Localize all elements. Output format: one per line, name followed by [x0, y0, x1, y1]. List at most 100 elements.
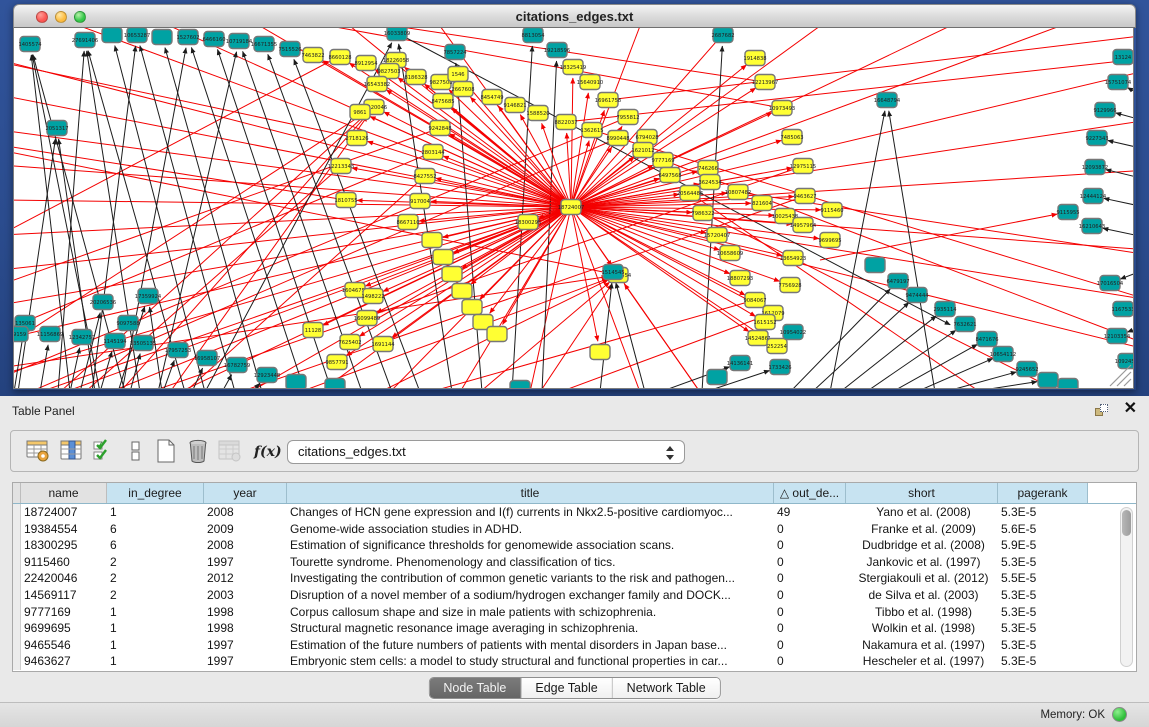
graph-node-label: 8475685 [431, 99, 454, 105]
column-header-short[interactable]: short [846, 483, 998, 503]
graph-node-label: 9097588 [116, 321, 139, 327]
graph-node[interactable] [422, 233, 442, 248]
table-row[interactable]: 1872400712008Changes of HCN gene express… [13, 504, 1136, 521]
graph-edge [571, 207, 706, 233]
graph-node[interactable] [590, 345, 610, 360]
table-row[interactable]: 977716911998Corpus callosum shape and si… [13, 604, 1136, 621]
graph-edge [624, 284, 700, 389]
graph-node[interactable] [325, 379, 345, 390]
float-panel-icon[interactable] [1095, 404, 1109, 418]
function-icon[interactable]: f(x) [251, 438, 283, 464]
table-row[interactable]: 1830029562008Estimation of significance … [13, 537, 1136, 554]
network-window-titlebar[interactable]: citations_edges.txt [13, 4, 1136, 28]
select-rows-icon[interactable] [91, 438, 117, 464]
vertical-scrollbar[interactable] [1120, 507, 1133, 667]
memory-status-indicator[interactable] [1112, 707, 1127, 722]
column-header-in_degree[interactable]: in_degree [107, 483, 204, 503]
table-row[interactable]: 911546021997Tourette syndrome. Phenomeno… [13, 554, 1136, 571]
graph-node-label: 15640910 [577, 80, 603, 86]
close-panel-icon[interactable]: ✕ [1124, 401, 1137, 417]
table-cell: Yano et al. (2008) [846, 504, 998, 521]
graph-node[interactable] [487, 327, 507, 342]
table-cell: 0 [774, 653, 846, 670]
tab-node-table[interactable]: Node Table [429, 678, 521, 698]
table-cell: 9699695 [21, 620, 107, 637]
graph-node-label: 16958107 [194, 356, 220, 362]
column-header-pagerank[interactable]: pagerank [998, 483, 1088, 503]
table-row[interactable]: 1938455462009Genome-wide association stu… [13, 521, 1136, 538]
table-cell: 0 [774, 521, 846, 538]
row-height-icon[interactable] [123, 438, 149, 464]
table-row[interactable]: 946362711997Embryonic stem cells: a mode… [13, 653, 1136, 670]
graph-node-label: 8660128 [328, 55, 351, 61]
graph-node[interactable] [102, 28, 122, 43]
graph-node-label: 1615152 [753, 320, 776, 326]
graph-node[interactable] [510, 381, 530, 390]
table-select-dropdown[interactable]: citations_edges.txt [287, 440, 685, 464]
table-cell: 2 [107, 587, 204, 604]
graph-node-label: 19218596 [544, 48, 570, 54]
table-cell: 0 [774, 537, 846, 554]
graph-edge [820, 214, 1057, 260]
column-header-out_de[interactable]: △ out_de... [774, 483, 846, 503]
network-canvas[interactable]: 1872400718300295183254191564091016961758… [13, 28, 1134, 389]
graph-node-label: 1498222 [361, 294, 384, 300]
table-column-icon[interactable] [59, 438, 85, 464]
graph-node[interactable] [152, 30, 172, 45]
graph-edge [970, 382, 1037, 389]
network-graph[interactable]: 1872400718300295183254191564091016961758… [14, 28, 1134, 389]
graph-node[interactable] [707, 370, 727, 385]
table-cell: 1998 [204, 604, 287, 621]
table-settings-icon[interactable] [25, 438, 51, 464]
graph-node[interactable] [433, 250, 453, 265]
graph-node-label: 16782759 [224, 363, 250, 369]
graph-node-label: 1810755 [334, 198, 357, 204]
graph-node-label: 9242848 [428, 126, 451, 132]
delete-table-icon[interactable] [217, 438, 243, 464]
scrollbar-thumb[interactable] [1122, 510, 1131, 536]
delete-trash-icon[interactable] [185, 438, 211, 464]
graph-node-label: 8454749 [480, 95, 503, 101]
column-header-year[interactable]: year [204, 483, 287, 503]
table-row[interactable]: 946554611997Estimation of the future num… [13, 637, 1136, 654]
column-header-title[interactable]: title [287, 483, 774, 503]
graph-edge [571, 207, 749, 332]
graph-node-label: 13505135 [130, 341, 156, 347]
table-cell: de Silva et al. (2003) [846, 587, 998, 604]
graph-node-label: 3624534 [698, 180, 722, 186]
table-cell: 6 [107, 521, 204, 538]
table-row[interactable]: 2242004622012Investigating the contribut… [13, 570, 1136, 587]
graph-node[interactable] [1058, 379, 1078, 390]
graph-edge [185, 176, 425, 389]
table-cell: 2003 [204, 587, 287, 604]
table-cell: 0 [774, 604, 846, 621]
graph-node-label: 8813054 [521, 33, 545, 39]
new-document-icon[interactable] [153, 438, 179, 464]
table-row[interactable]: 969969511998Structural magnetic resonanc… [13, 620, 1136, 637]
table-row[interactable]: 1456911722003Disruption of a novel membe… [13, 587, 1136, 604]
graph-node[interactable] [286, 375, 306, 390]
graph-node-label: 20206536 [90, 300, 116, 306]
graph-node[interactable] [462, 300, 482, 315]
graph-node-label: 1733426 [768, 365, 791, 371]
graph-node-label: 10807482 [725, 190, 751, 196]
graph-node[interactable] [442, 267, 462, 282]
graph-node-label: 16099489 [354, 316, 380, 322]
graph-edge [1116, 113, 1134, 122]
tab-edge-table[interactable]: Edge Table [521, 678, 612, 698]
table-header-row: namein_degreeyeartitle△ out_de...shortpa… [13, 483, 1136, 504]
graph-node-label: 10973493 [769, 106, 795, 112]
column-header-name[interactable]: name [21, 483, 107, 503]
tab-network-table[interactable]: Network Table [613, 678, 720, 698]
graph-edge [40, 345, 48, 389]
graph-node[interactable] [865, 258, 885, 273]
graph-node-label: 13124 [1115, 55, 1132, 61]
table-cell: 5.6E-5 [998, 521, 1088, 538]
graph-node-label: 8667110 [396, 220, 419, 226]
graph-node[interactable] [1038, 373, 1058, 388]
table-panel: Table Panel ✕ [0, 396, 1149, 727]
table-tabs-bar: Node TableEdge TableNetwork Table [0, 676, 1149, 702]
graph-node[interactable] [452, 284, 472, 299]
graph-node-label: 2687682 [711, 33, 734, 39]
table-cell: 19384554 [21, 521, 107, 538]
